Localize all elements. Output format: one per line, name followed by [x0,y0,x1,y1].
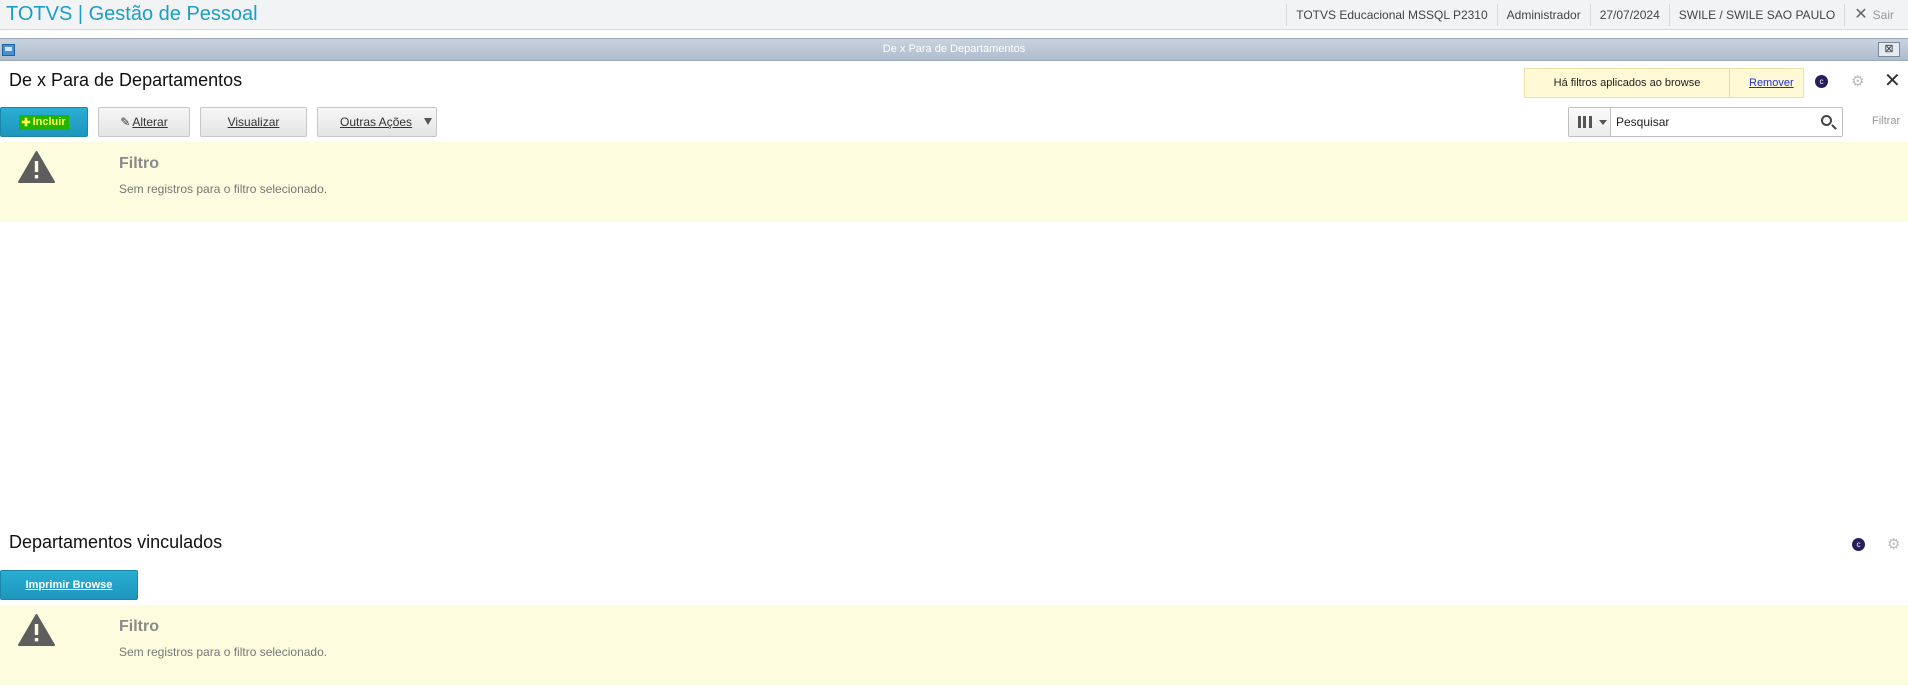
remove-filter-link[interactable]: Remover [1729,69,1794,97]
empty-state-message: Sem registros para o filtro selecionado. [119,182,328,196]
empty-state-panel: Filtro Sem registros para o filtro selec… [0,142,1908,222]
visualizar-label: Visualizar [227,115,280,129]
close-icon[interactable]: ✕ [1884,71,1901,91]
app-title: TOTVS | Gestão de Pessoal [6,3,258,25]
browse-menu-icon[interactable]: c [1815,75,1828,88]
incluir-label-wrap: ✚ Incluir [19,114,69,130]
warning-triangle-icon [18,614,55,646]
filter-notice-text: Há filtros aplicados ao browse [1553,77,1701,89]
empty-state-title: Filtro [119,618,159,635]
window-title-bar: De x Para de Departamentos ⊠ [0,38,1908,61]
close-icon: ✕ [1854,6,1868,23]
incluir-button[interactable]: ✚ Incluir [0,107,88,137]
chevron-down-icon [424,118,432,125]
plus-icon: ✚ [21,116,31,129]
linked-empty-state-panel: Filtro Sem registros para o filtro selec… [0,605,1908,685]
search-input[interactable] [1616,113,1806,131]
columns-icon [1578,116,1592,128]
environment-label[interactable]: TOTVS Educacional MSSQL P2310 [1286,4,1496,26]
imprimir-label: Imprimir Browse [25,579,113,591]
pencil-icon: ✎ [120,115,131,129]
warning-triangle-icon [18,151,55,183]
imprimir-browse-button[interactable]: Imprimir Browse [0,570,138,600]
visualizar-button[interactable]: Visualizar [200,107,307,137]
empty-state-title: Filtro [119,155,159,172]
gear-icon[interactable]: ⚙ [1887,537,1901,552]
chevron-down-icon [1599,120,1607,125]
empty-state-message: Sem registros para o filtro selecionado. [119,645,328,659]
user-label[interactable]: Administrador [1496,4,1590,26]
columns-button[interactable] [1569,108,1611,136]
outras-acoes-label: Outras Ações [340,115,413,129]
browse-title: De x Para de Departamentos [9,70,243,90]
filter-notice: Há filtros aplicados ao browse Remover [1524,68,1804,98]
search-box [1568,107,1843,137]
incluir-label: Incluir [32,116,66,128]
gear-icon[interactable]: ⚙ [1851,74,1865,89]
logout-label: Sair [1872,8,1894,22]
filtrar-link[interactable]: Filtrar [1872,115,1900,127]
linked-browse-title: Departamentos vinculados [9,532,223,552]
alterar-label: Alterar [132,115,168,129]
window-title: De x Para de Departamentos [882,43,1026,55]
alterar-button[interactable]: ✎ Alterar [98,107,190,137]
browse-menu-icon[interactable]: c [1852,538,1865,551]
outras-acoes-button[interactable]: Outras Ações [317,107,437,137]
search-icon[interactable] [1821,115,1832,126]
window-close-button[interactable]: ⊠ [1878,42,1900,57]
top-header: TOTVS | Gestão de Pessoal TOTVS Educacio… [0,0,1908,30]
session-info: TOTVS Educacional MSSQL P2310 Administra… [1286,0,1908,30]
company-label[interactable]: SWILE / SWILE SAO PAULO [1668,4,1845,26]
logout-button[interactable]: ✕ Sair [1844,4,1908,26]
date-label[interactable]: 27/07/2024 [1589,4,1669,26]
